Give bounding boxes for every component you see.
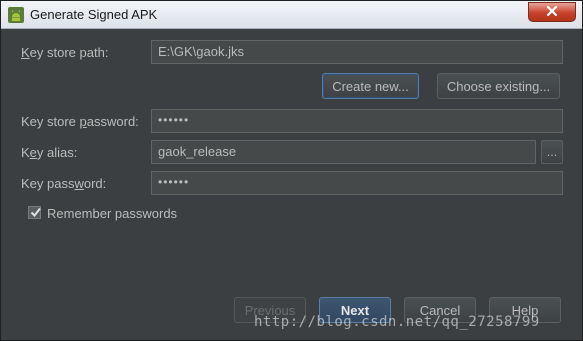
key-alias-label: Key alias: [21,145,78,160]
android-icon [8,7,24,23]
create-new-label: Create new... [332,78,409,94]
generate-signed-apk-dialog: Generate Signed APK Key store path: E:\G… [0,0,583,341]
window-title: Generate Signed APK [30,7,158,22]
choose-existing-button[interactable]: Choose existing... [437,73,560,99]
title-bar: Generate Signed APK [1,1,582,29]
key-store-password-field[interactable]: •••••• [151,109,563,133]
key-store-path-label: Key store path: [21,45,109,60]
choose-existing-label: Choose existing... [446,78,551,94]
create-new-button[interactable]: Create new... [322,73,419,99]
key-alias-field[interactable]: gaok_release [151,140,536,164]
remember-passwords-label[interactable]: Remember passwords [47,206,177,221]
key-store-path-field[interactable]: E:\GK\gaok.jks [151,40,563,64]
close-icon [546,5,558,20]
key-password-field[interactable]: •••••• [151,171,563,195]
browse-alias-button[interactable]: ... [541,140,563,164]
remember-passwords-checkbox[interactable] [28,206,41,219]
watermark-text: http://blog.csdn.net/qq_27258799 [254,314,540,330]
close-button[interactable] [528,2,576,22]
key-store-password-label: Key store password: [21,114,139,129]
key-password-label: Key password: [21,176,107,191]
